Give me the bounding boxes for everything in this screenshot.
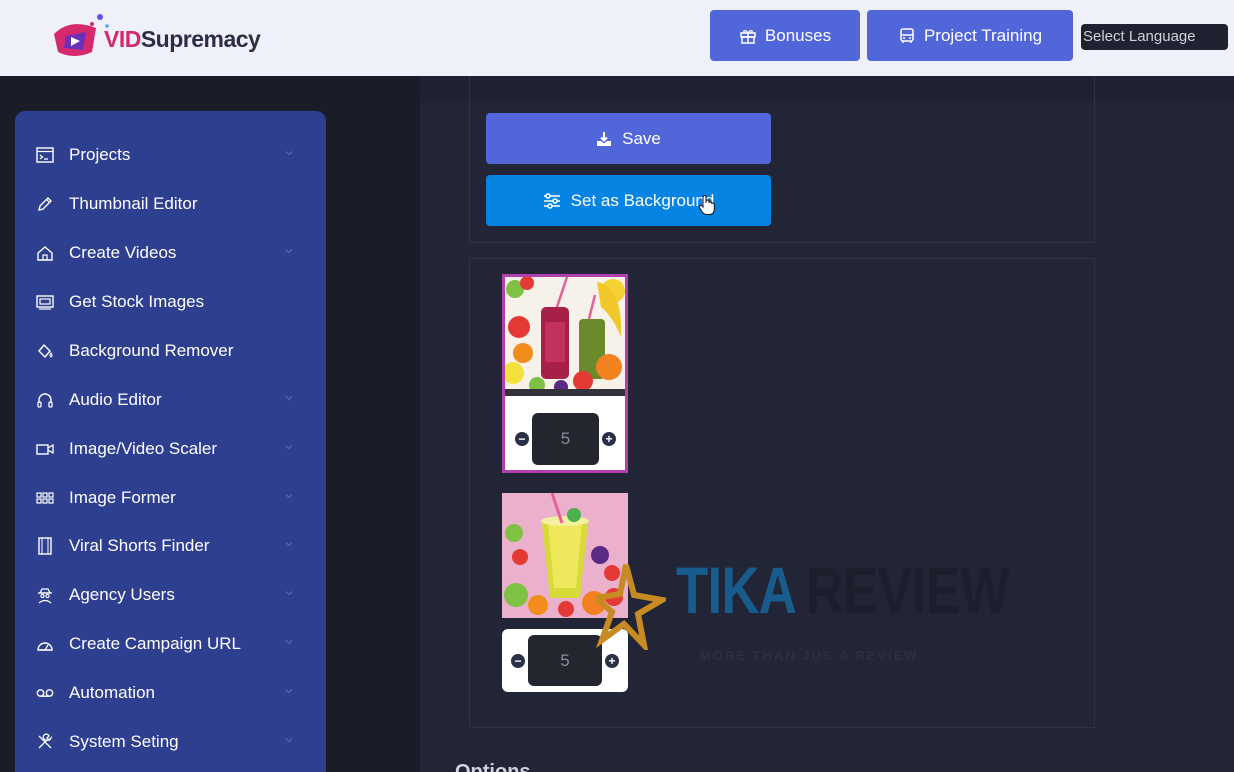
sidebar-item-label: Get Stock Images <box>69 292 205 311</box>
project-training-button[interactable]: Project Training <box>867 10 1073 61</box>
quantity-input[interactable]: 5 <box>528 635 602 686</box>
language-select[interactable]: Select Language <box>1081 24 1228 50</box>
video-camera-icon <box>35 439 55 459</box>
image-card-selected[interactable]: − 5 + <box>502 274 628 473</box>
sidebar-item-system-setting[interactable]: System Seting <box>35 726 295 758</box>
save-button[interactable]: Save <box>486 113 771 164</box>
watermark-title: TIKA REVIEW <box>676 552 1010 628</box>
sidebar-item-get-stock-images[interactable]: Get Stock Images <box>35 286 295 318</box>
sidebar-item-thumbnail-editor[interactable]: Thumbnail Editor <box>35 188 295 220</box>
set-as-background-button[interactable]: Set as Background <box>486 175 771 226</box>
watermark-subtitle: MORE THAN JUS A REVIEW <box>700 648 919 663</box>
download-icon <box>597 131 612 146</box>
sidebar-item-image-video-scaler[interactable]: Image/Video Scaler <box>35 433 295 465</box>
sidebar-item-label: Projects <box>69 145 131 164</box>
star-icon <box>596 564 666 650</box>
chevron-down-icon <box>285 738 293 743</box>
tools-icon <box>35 732 55 752</box>
sidebar-item-create-campaign-url[interactable]: Create Campaign URL <box>35 628 295 660</box>
bus-icon <box>900 27 914 43</box>
user-spy-icon <box>35 585 55 605</box>
project-training-label: Project Training <box>923 25 1043 45</box>
decrement-button[interactable]: − <box>515 432 529 446</box>
save-label: Save <box>622 128 661 148</box>
options-heading: Options <box>455 761 531 772</box>
house-icon <box>35 243 55 263</box>
sidebar-item-label: Create Videos <box>69 243 177 262</box>
chevron-down-icon <box>285 494 293 499</box>
sidebar-item-label: Automation <box>69 683 155 702</box>
sidebar-item-label: Audio Editor <box>69 390 162 409</box>
quantity-value: 5 <box>560 429 571 448</box>
sidebar-item-label: System Seting <box>69 732 179 751</box>
sidebar-item-viral-shorts-finder[interactable]: Viral Shorts Finder <box>35 530 295 562</box>
chevron-down-icon <box>285 445 293 450</box>
gift-icon <box>740 29 756 44</box>
watermark-title-part2: REVIEW <box>805 553 1010 627</box>
language-select-value: Select Language <box>1083 28 1196 45</box>
sidebar-item-label: Viral Shorts Finder <box>69 536 210 555</box>
logo[interactable]: VIDSupremacy <box>52 12 292 62</box>
sidebar-item-label: Agency Users <box>69 585 175 604</box>
logo-text-rest: Supremacy <box>140 26 261 52</box>
film-strip-icon <box>35 536 55 556</box>
increment-button[interactable]: + <box>602 432 616 446</box>
sidebar-item-label: Background Remover <box>69 341 234 360</box>
chevron-down-icon <box>285 591 293 596</box>
top-bar: VIDSupremacy Bonuses Project Training Se… <box>0 0 1234 76</box>
chevron-down-icon <box>285 396 293 401</box>
sidebar-item-label: Create Campaign URL <box>69 634 241 653</box>
sidebar-item-label: Image Former <box>69 488 176 507</box>
logo-text-vid: VID <box>104 26 141 52</box>
pen-icon <box>35 194 55 214</box>
logo-mark-icon <box>54 14 109 56</box>
sidebar-item-audio-editor[interactable]: Audio Editor <box>35 384 295 416</box>
watermark-title-part1: TIKA <box>676 553 797 627</box>
decrement-button[interactable]: − <box>511 654 525 668</box>
dashboard-icon <box>35 634 55 654</box>
quantity-input[interactable]: 5 <box>532 413 599 465</box>
set-as-background-label: Set as Background <box>570 190 715 210</box>
sidebar-item-create-videos[interactable]: Create Videos <box>35 237 295 269</box>
headphones-icon <box>35 390 55 410</box>
chevron-down-icon <box>285 640 293 645</box>
terminal-window-icon <box>35 145 55 165</box>
grid-icon <box>35 488 55 508</box>
hand-cursor-icon <box>698 194 715 215</box>
quantity-value: 5 <box>560 650 570 670</box>
sidebar-item-label: Thumbnail Editor <box>69 194 198 213</box>
sliders-icon <box>543 192 560 209</box>
logo-text: VIDSupremacy <box>104 26 261 53</box>
bonuses-label: Bonuses <box>764 25 832 45</box>
paint-bucket-icon <box>35 341 55 361</box>
sidebar-item-image-former[interactable]: Image Former <box>35 482 295 514</box>
fruit-smoothie-bottles-image[interactable] <box>505 277 625 396</box>
watermark: TIKA REVIEW MORE THAN JUS A REVIEW <box>596 550 1010 670</box>
sidebar-item-agency-users[interactable]: Agency Users <box>35 579 295 611</box>
sidebar-item-automation[interactable]: Automation <box>35 677 295 709</box>
quantity-stepper: − 5 + <box>509 408 621 470</box>
bonuses-button[interactable]: Bonuses <box>710 10 860 61</box>
chevron-down-icon <box>285 542 293 547</box>
sidebar-item-projects[interactable]: Projects <box>35 139 295 171</box>
sidebar-item-label: Image/Video Scaler <box>69 439 218 458</box>
chevron-down-icon <box>285 249 293 254</box>
chevron-down-icon <box>285 151 293 156</box>
chevron-down-icon <box>285 689 293 694</box>
images-stack-icon <box>35 292 55 312</box>
cassette-icon <box>35 683 55 703</box>
sidebar-item-background-remover[interactable]: Background Remover <box>35 335 295 367</box>
